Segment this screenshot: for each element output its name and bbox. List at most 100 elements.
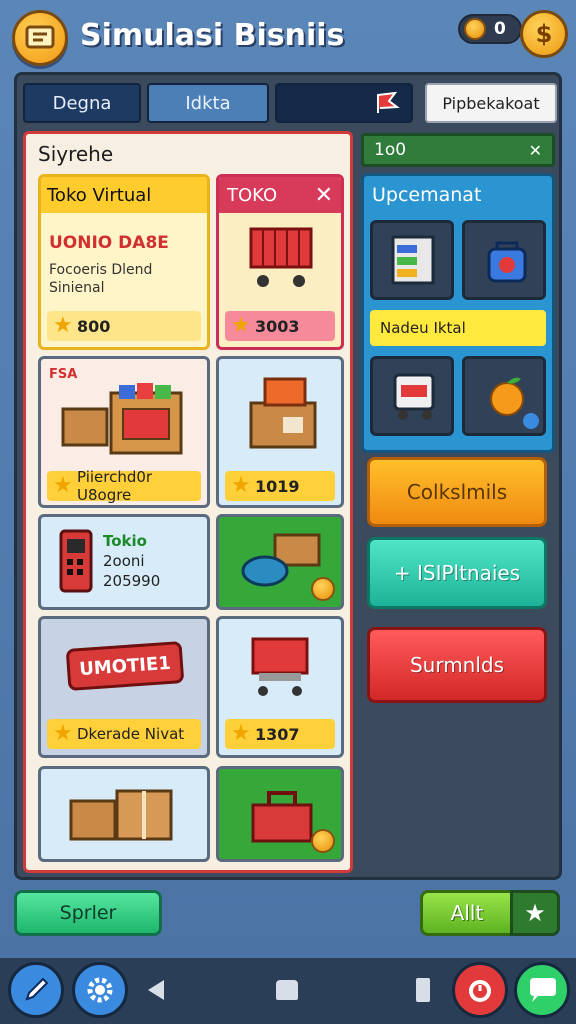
star-icon: ★ [53,313,73,338]
card-line-2: 2ooni [103,552,145,570]
submit-label: Surmnlds [409,653,505,677]
card-title: TOKO [227,184,278,206]
tab-idkta[interactable]: Idkta [147,83,269,123]
card-text-block: Tokio 2ooni 205990 [103,531,160,591]
tab-degna[interactable]: Degna [23,83,141,123]
alarm-button[interactable] [452,962,508,1018]
back-icon[interactable] [148,980,164,1000]
add-button[interactable]: + ISIPltnaies [367,537,547,609]
collect-button[interactable]: Colkslmils [367,457,547,527]
star-icon: ★ [53,473,73,498]
dollar-button[interactable]: $ [520,10,568,58]
card-label-bar: ★ Dkerade Nivat [47,719,201,749]
add-label: + ISIPltnaies [393,561,521,585]
parcel-boxes-icon [69,789,173,841]
close-icon[interactable]: ✕ [315,183,333,208]
orange-icon [490,377,524,416]
collect-label: Colkslmils [406,480,508,504]
card-price-bar: ★ 800 [47,311,201,341]
store-card-register[interactable]: Tokio 2ooni 205990 [38,514,210,610]
card-description: Focoeris Dlend Sinienal [49,262,153,296]
card-price: 800 [77,316,111,336]
card-line-1: Tokio [103,532,147,550]
gear-icon [87,977,113,1003]
cash-register-icon [59,529,93,593]
upgrade-tile-cart[interactable] [370,356,454,436]
card-subheading: UONIO DA8E [49,233,169,253]
side-header-text: 1o0 [374,140,407,160]
open-box-icon [249,377,317,449]
star-icon: ★ [524,899,546,927]
goods-crate-icon [61,383,183,455]
toolbox-icon [251,791,313,843]
fabric-roll-icon [241,533,321,587]
recent-icon[interactable] [416,978,430,1002]
chat-button[interactable] [514,962,570,1018]
home-icon[interactable] [276,980,298,1000]
store-logo-button[interactable] [12,10,68,66]
favorite-button[interactable]: ★ [510,890,560,936]
card-price-bar: ★ 3003 [225,311,335,341]
shelf-icon [391,235,435,285]
tab-flag[interactable] [275,83,413,123]
info-badge-icon [523,413,539,429]
dollar-icon: $ [535,20,553,48]
settings-button[interactable] [72,962,128,1018]
store-card-toolbox[interactable] [216,766,344,862]
card-header: TOKO ✕ [219,177,341,213]
store-title: Siyrehe [38,142,114,166]
padlock-icon [487,241,527,283]
store-card-trolley[interactable]: ★ 1307 [216,616,344,758]
supplier-button[interactable]: Sprler [14,890,162,936]
store-icon [25,25,55,49]
coin-badge-icon [311,577,335,601]
edit-icon [25,977,49,1001]
chat-icon [530,978,556,1002]
store-card-fabric[interactable] [216,514,344,610]
all-button[interactable]: Allt [420,890,514,936]
flag-icon [377,91,400,113]
card-line-3: 205990 [103,572,161,590]
bottom-nav-bar [0,958,576,1024]
star-icon: ★ [231,473,251,498]
upgrade-tile-shelf[interactable] [370,220,454,300]
upgrade-tile-lock[interactable] [462,220,546,300]
card-price: 1307 [255,724,300,744]
card-price-bar: ★ 1307 [225,719,335,749]
upgrade-panel: Upcemanat Nadeu Iktal [361,173,555,453]
side-header-bar: 1o0 ✕ [361,133,555,167]
coin-count: 0 [494,19,506,39]
store-card-toko-virtual[interactable]: Toko Virtual UONIO DA8E Focoeris Dlend S… [38,174,210,350]
card-price: 3003 [255,316,300,336]
card-price-bar: ★ 1019 [225,471,335,501]
tab-pipbekakoat[interactable]: Pipbekakoat [425,83,557,123]
upgrade-tile-orange[interactable] [462,356,546,436]
close-icon[interactable]: ✕ [529,141,542,160]
coin-counter: 0 [458,14,522,44]
store-panel: Siyrehe Toko Virtual UONIO DA8E Focoeris… [23,131,353,873]
cart-icon [393,373,435,420]
coin-icon [464,18,486,40]
app-title: Simulasi Bisniis [80,18,345,53]
shopping-cart-icon [249,227,313,287]
main-frame: Degna Idkta Pipbekakoat Siyrehe Toko Vir… [14,72,562,880]
store-card-boxes[interactable]: FSA ★ Piierchd0r U8ogre [38,356,210,508]
trolley-icon [251,637,309,696]
upgrade-banner: Nadeu Iktal [370,310,546,346]
card-label-bar: ★ Piierchd0r U8ogre [47,468,201,504]
card-label: Piierchd0r U8ogre [77,468,153,504]
store-card-toko[interactable]: TOKO ✕ ★ 3003 [216,174,344,350]
star-icon: ★ [231,313,251,338]
store-card-box-open[interactable]: ★ 1019 [216,356,344,508]
coin-badge-icon [311,829,335,853]
card-price: 1019 [255,476,300,496]
store-card-parcels[interactable] [38,766,210,862]
store-card-sign[interactable]: UMOTIE1 ★ Dkerade Nivat [38,616,210,758]
edit-button[interactable] [8,962,64,1018]
submit-button[interactable]: Surmnlds [367,627,547,703]
card-label: Dkerade Nivat [77,725,185,743]
upgrade-panel-title: Upcemanat [372,184,482,206]
alarm-icon [469,980,491,1002]
shop-sign: UMOTIE1 [65,641,185,691]
card-title: Toko Virtual [41,177,207,213]
